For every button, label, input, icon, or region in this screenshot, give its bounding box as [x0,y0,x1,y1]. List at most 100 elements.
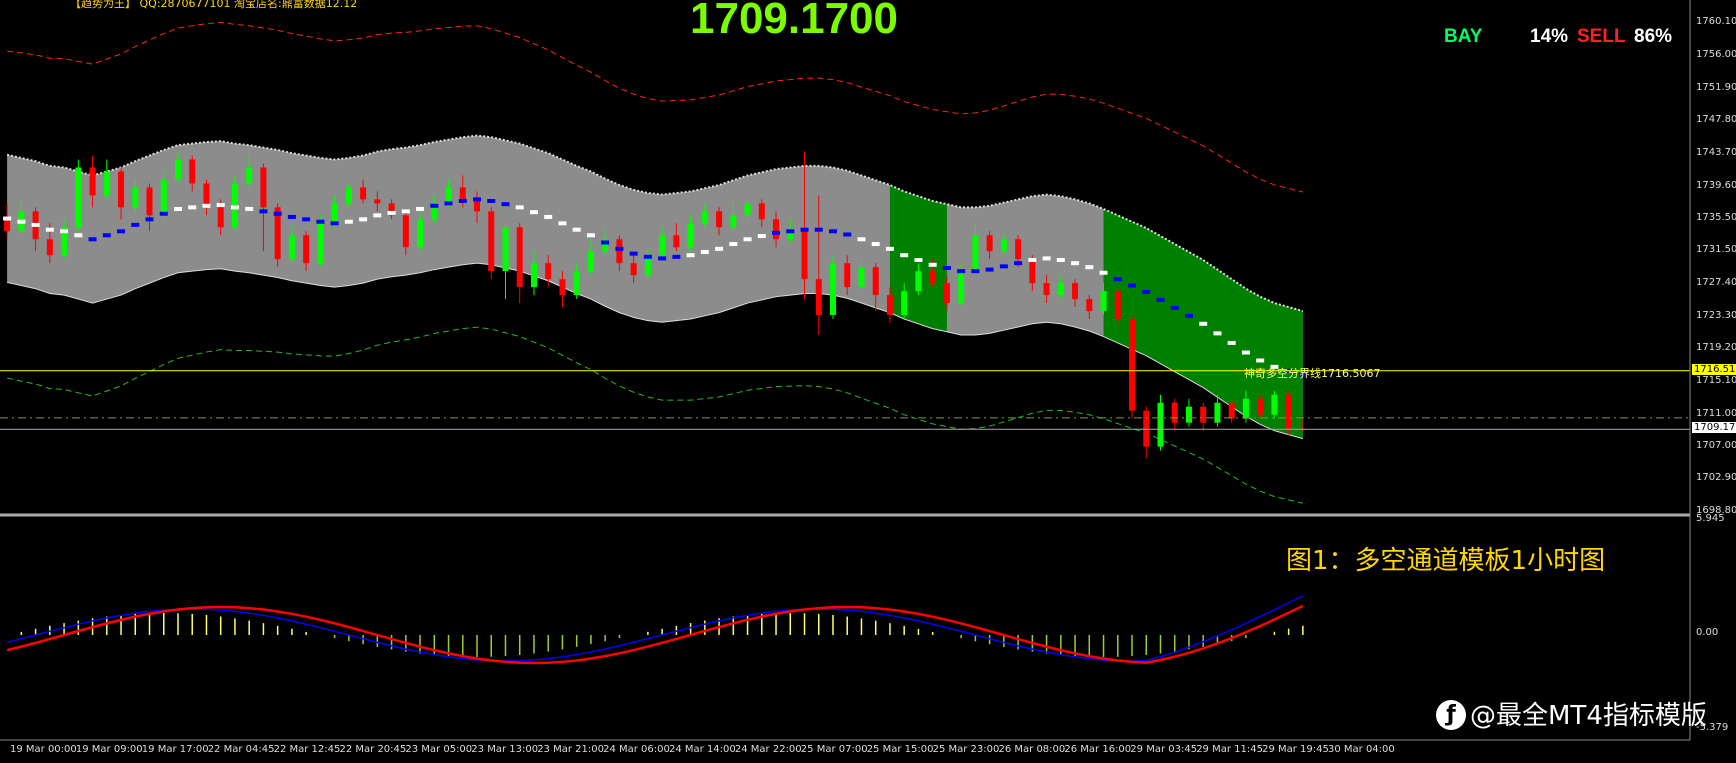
time-tick-label: 24 Mar 06:00 [603,744,670,755]
time-tick-label: 22 Mar 12:45 [273,744,341,755]
price-tick-label: 1702.90 [1696,472,1736,484]
price-tick-label: 1739.60 [1696,179,1736,191]
ma-dot [173,206,182,211]
time-tick-label: 25 Mar 07:00 [800,744,868,755]
ma-dot [601,240,610,245]
ma-dot [1042,256,1051,261]
candle [516,223,523,304]
ma-dot [1014,261,1023,266]
ma-dot [885,246,894,251]
time-tick-label: 24 Mar 22:00 [734,744,802,755]
ma-dot [1113,277,1122,282]
time-tick-label: 22 Mar 20:45 [339,744,407,755]
ma-dot [1085,265,1094,270]
guide-lines [0,0,1691,741]
ma-dot [230,205,239,210]
ma-dot [928,262,937,267]
ma-dot [302,217,311,222]
candle [1129,315,1136,419]
ma-dot [715,246,724,251]
candle [231,175,238,232]
price-channel [6,21,1304,504]
price-tick-label: 1751.90 [1696,81,1736,93]
ma-dot [729,242,738,247]
ma-dot [31,222,40,227]
ma-dot [558,221,567,226]
ma-dot [131,222,140,227]
time-tick-label: 25 Mar 15:00 [866,744,934,755]
ma-dot [658,256,667,261]
ma-dot [17,219,26,224]
candle [502,223,509,300]
ma-dot [757,234,766,239]
ma-dot [458,198,467,203]
time-tick-label: 29 Mar 03:45 [1130,744,1198,755]
ma-dot [529,210,538,215]
ma-dot [188,205,197,210]
indicator-tick-label: 0.00 [1696,627,1719,638]
price-tick-label: 1719.20 [1696,342,1736,354]
ma-dot [444,201,453,206]
watermark-icon: ƒ [1436,700,1466,730]
ma-dot [1227,340,1236,345]
ma-dot [985,267,994,272]
price-tick-label: 1723.30 [1696,309,1736,321]
price-tick-label: 1707.00 [1696,439,1736,451]
ma-dot [629,251,638,256]
ma-dot [273,211,282,216]
ma-dot [1170,305,1179,310]
ma-dot [1156,297,1165,302]
price-box-label: 1716.51 [1692,363,1736,375]
ma-dot [1028,258,1037,262]
price-tick-label: 1747.80 [1696,114,1736,126]
price-tick-label: 1743.70 [1696,146,1736,158]
candle [488,207,495,280]
watermark: @最全MT4指标模版 [1470,701,1707,731]
price-tick-label: 1735.50 [1696,212,1736,224]
time-tick-label: 23 Mar 21:00 [537,744,604,755]
ma-dot [245,206,254,211]
ma-dot [786,229,795,234]
price-tick-label: 1760.10 [1696,16,1736,28]
ma-dot [473,197,482,202]
ma-dot [1142,289,1151,294]
ma-dot [743,237,752,242]
ma-dot [1099,270,1108,275]
price-tick-label: 1715.10 [1696,375,1736,386]
ma-dot [45,227,54,232]
ma-dot [3,216,12,221]
ma-dot [572,227,581,232]
ma-dot [800,227,809,232]
ma-dot [387,210,396,215]
candle [1285,390,1292,435]
candle [103,159,110,200]
price-tick-label: 1711.00 [1696,407,1736,419]
time-tick-label: 23 Mar 05:00 [405,744,473,755]
ma-dot [942,265,951,270]
time-tick-label: 30 Mar 04:00 [1328,744,1395,755]
ma-dot [373,213,382,218]
time-tick-label: 23 Mar 13:00 [471,744,539,755]
ma-dot [672,254,681,259]
time-tick-label: 19 Mar 17:00 [141,744,209,755]
ma-dot [1184,313,1193,318]
bay-percent: 14% [1530,26,1569,47]
ma-dot [857,237,866,242]
ma-dot [202,203,211,208]
sell-label: SELL [1577,26,1626,47]
ma-dot [117,229,126,234]
ma-dot [843,232,852,237]
price-box-label: 1709.17 [1692,422,1736,434]
ma-dot [515,205,524,210]
candle [1214,394,1221,427]
ma-dot [74,233,83,238]
ma-dot [957,269,966,274]
price-tick-label: 1731.50 [1696,244,1736,256]
time-tick-label: 26 Mar 16:00 [1064,744,1132,755]
time-tick-label: 29 Mar 11:45 [1196,744,1263,755]
ma-dot [1128,283,1137,288]
ma-dot [772,230,781,235]
ma-dot [871,242,880,247]
price-chart[interactable] [0,0,1736,763]
ma-dot [586,233,595,238]
